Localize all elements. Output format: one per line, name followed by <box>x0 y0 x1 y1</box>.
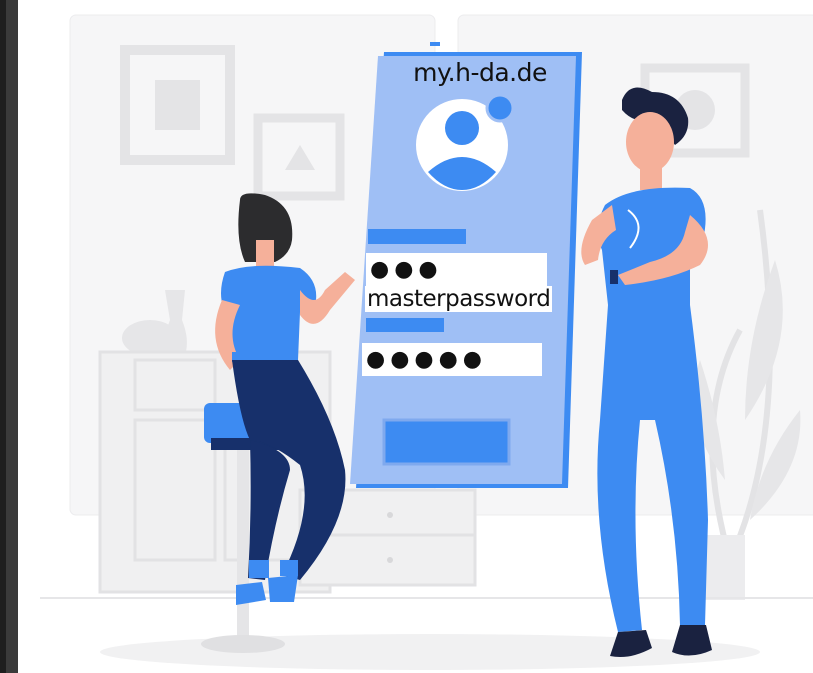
notification-dot-icon <box>485 93 515 123</box>
illustration-svg <box>0 0 813 673</box>
floor-shadow <box>100 634 760 670</box>
site-address-label: my.h-da.de <box>413 58 547 87</box>
username-field: ●●● <box>366 253 547 286</box>
login-button-graphic <box>382 418 511 466</box>
login-illustration: my.h-da.de ●●● masterpassword ●●●●● <box>0 0 813 673</box>
password-label: masterpassword <box>365 286 553 312</box>
password-field: ●●●●● <box>362 343 542 376</box>
left-edge-dark <box>0 0 6 673</box>
